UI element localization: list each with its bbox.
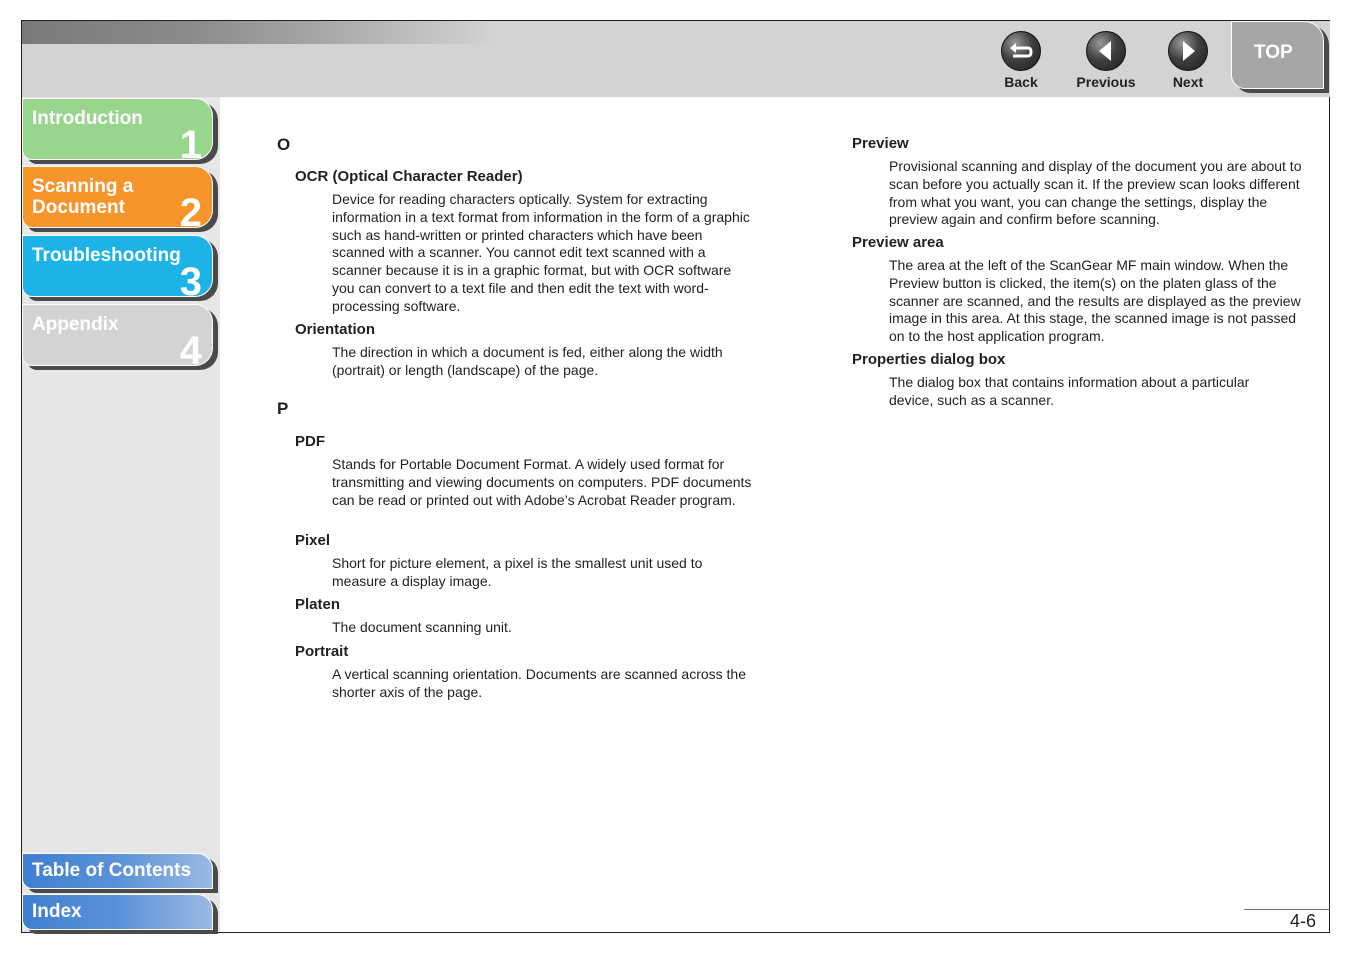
index-button[interactable]: Index — [22, 894, 213, 930]
glossary-definition: The document scanning unit. — [332, 619, 512, 635]
previous-label: Previous — [1076, 74, 1136, 90]
top-label: TOP — [1254, 42, 1293, 63]
tab-number: 4 — [179, 329, 202, 373]
next-button[interactable]: Next — [1153, 31, 1223, 90]
sidebar-tab-appendix[interactable]: Appendix 4 — [22, 304, 213, 371]
glossary-term: OCR (Optical Character Reader) — [295, 168, 523, 185]
glossary-term: Portrait — [295, 643, 349, 660]
section-letter-o: O — [277, 135, 291, 154]
glossary-definition: Short for picture element, a pixel is th… — [332, 555, 703, 589]
glossary-definition: A vertical scanning orientation. Documen… — [332, 666, 747, 700]
sidebar-tab-introduction[interactable]: Introduction 1 — [22, 98, 213, 165]
page-number: 4-6 — [1290, 911, 1317, 931]
glossary-definition: The dialog box that contains information… — [889, 374, 1250, 408]
tab-number: 3 — [179, 260, 202, 304]
glossary-definition: Stands for Portable Document Format. A w… — [332, 456, 752, 508]
index-label: Index — [32, 901, 82, 922]
glossary-term: Platen — [295, 596, 341, 613]
next-arrow-icon — [1168, 31, 1208, 71]
previous-arrow-icon — [1086, 31, 1126, 71]
glossary-term: Pixel — [295, 532, 331, 549]
back-button[interactable]: Back — [986, 31, 1056, 90]
footer-divider — [1244, 909, 1330, 910]
tab-number: 1 — [179, 123, 202, 167]
glossary-definition: Provisional scanning and display of the … — [889, 158, 1302, 228]
next-label: Next — [1172, 74, 1204, 90]
toc-label: Table of Contents — [32, 860, 192, 881]
header-bar: Back Previous Next — [22, 21, 1330, 97]
glossary-term: Orientation — [295, 321, 376, 338]
glossary-definition: The area at the left of the ScanGear MF … — [889, 257, 1301, 345]
glossary-term: Preview — [852, 135, 909, 152]
glossary-term: PDF — [295, 433, 325, 450]
back-icon — [1001, 31, 1041, 71]
sidebar-tab-scanning[interactable]: Scanning a Document 2 — [22, 166, 213, 233]
sidebar-tab-troubleshooting[interactable]: Troubleshooting 3 — [22, 235, 213, 302]
tab-label: Appendix — [32, 314, 119, 335]
tab-number: 2 — [179, 191, 202, 235]
glossary-definition: The direction in which a document is fed… — [332, 344, 723, 378]
glossary-definition: Device for reading characters optically.… — [332, 191, 750, 314]
section-letter-p: P — [277, 399, 289, 418]
top-button[interactable]: TOP — [1231, 21, 1324, 89]
header-gradient-strip — [22, 21, 492, 44]
glossary-term: Properties dialog box — [852, 351, 1006, 368]
back-label: Back — [1004, 74, 1038, 90]
tab-label: Introduction — [32, 108, 143, 129]
glossary-term: Preview area — [852, 234, 944, 251]
tab-label: Troubleshooting — [32, 245, 181, 266]
previous-button[interactable]: Previous — [1071, 31, 1141, 90]
table-of-contents-button[interactable]: Table of Contents — [22, 853, 213, 889]
tab-label: Scanning a Document — [32, 176, 134, 218]
